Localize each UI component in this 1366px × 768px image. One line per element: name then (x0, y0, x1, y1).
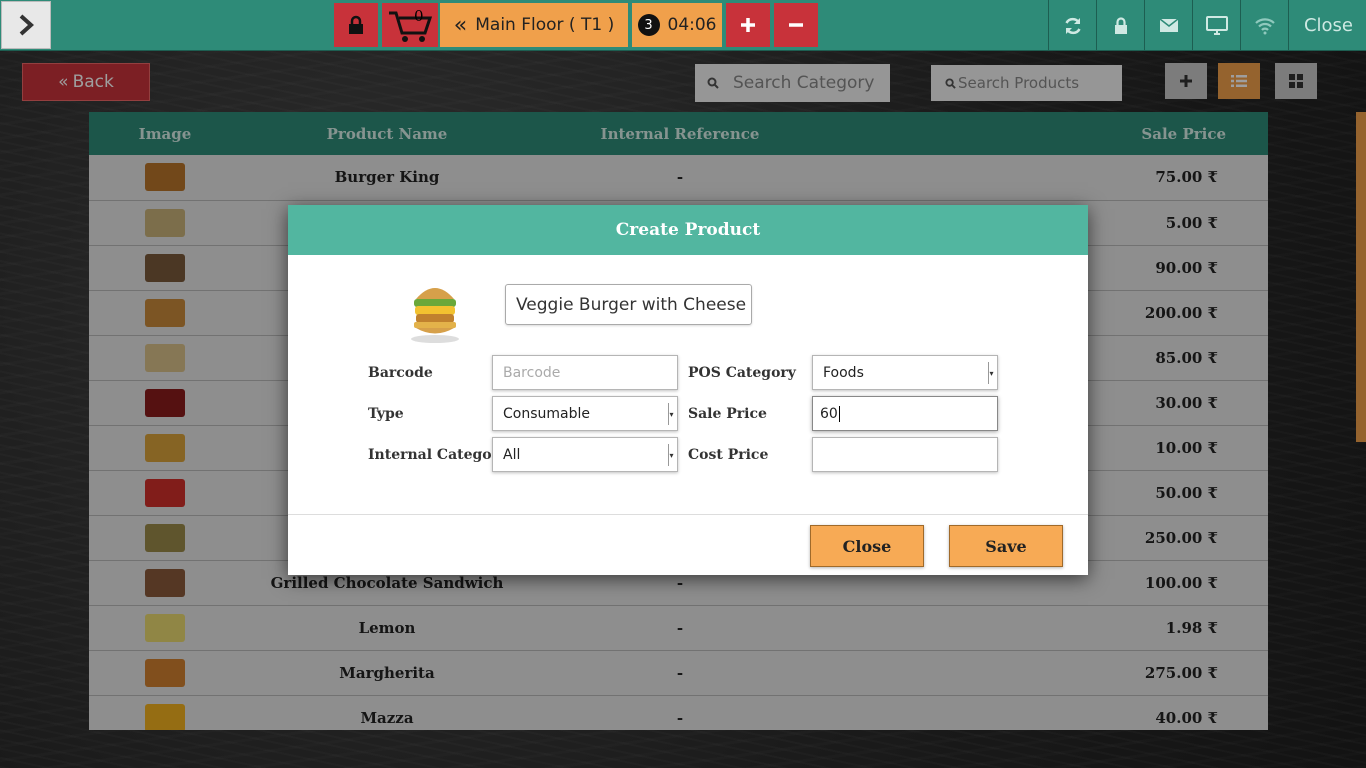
order-number-badge: 3 (637, 14, 660, 36)
order-timer-tab[interactable]: 3 04:06 (632, 3, 722, 47)
customer-display-button[interactable] (1192, 0, 1240, 51)
order-timer: 04:06 (667, 15, 717, 35)
close-button[interactable]: Close (810, 525, 924, 567)
cart-icon (389, 11, 433, 42)
close-session-button[interactable]: Close (1288, 0, 1366, 51)
sale-price-value: 60 (820, 405, 838, 422)
refresh-icon (1064, 17, 1081, 34)
lock-icon (1114, 16, 1127, 34)
floor-selector-button[interactable]: « Main Floor ( T1 ) (440, 3, 628, 47)
barcode-input[interactable]: Barcode (492, 355, 678, 390)
internal-category-label: Internal Category (368, 447, 508, 463)
lock-screen-button[interactable] (1096, 0, 1144, 51)
lock-order-button[interactable] (334, 3, 378, 47)
lock-icon (349, 15, 363, 34)
internal-category-value: All (503, 446, 521, 463)
wifi-status-button[interactable] (1240, 0, 1288, 51)
dialog-divider (288, 514, 1088, 515)
chevron-right-icon (19, 14, 34, 36)
floor-label: Main Floor ( T1 ) (475, 15, 615, 35)
topbar-right-icons: Close (1048, 0, 1366, 51)
product-image-upload[interactable] (406, 277, 464, 345)
minus-icon (789, 23, 803, 27)
sale-price-input[interactable]: 60 (812, 396, 998, 431)
create-product-dialog: Create Product Veggie Burger with Cheese… (288, 205, 1088, 575)
pos-category-value: Foods (823, 364, 864, 381)
add-order-button[interactable] (726, 3, 770, 47)
text-cursor (838, 405, 840, 422)
monitor-icon (1205, 15, 1228, 35)
dropdown-arrow-icon: ▾ (988, 362, 994, 384)
sidebar-toggle-button[interactable] (1, 1, 51, 49)
pos-category-select[interactable]: Foods ▾ (812, 355, 998, 390)
save-button[interactable]: Save (949, 525, 1063, 567)
double-chevron-left-icon: « (453, 12, 468, 38)
refresh-button[interactable] (1048, 0, 1096, 51)
dropdown-arrow-icon: ▾ (668, 444, 674, 466)
top-bar: 0 « Main Floor ( T1 ) 3 04:06 Close (0, 0, 1366, 51)
dialog-title: Create Product (288, 205, 1088, 255)
cost-price-label: Cost Price (688, 447, 769, 463)
sale-price-label: Sale Price (688, 406, 767, 422)
barcode-label: Barcode (368, 365, 433, 381)
cost-price-input[interactable] (812, 437, 998, 472)
type-label: Type (368, 406, 404, 422)
pos-category-label: POS Category (688, 365, 796, 381)
messages-button[interactable] (1144, 0, 1192, 51)
type-select[interactable]: Consumable ▾ (492, 396, 678, 431)
type-value: Consumable (503, 405, 590, 422)
envelope-icon (1159, 18, 1178, 32)
cart-button[interactable]: 0 (382, 3, 438, 47)
cart-count: 0 (414, 7, 424, 25)
remove-order-button[interactable] (774, 3, 818, 47)
wifi-icon (1254, 17, 1275, 34)
dropdown-arrow-icon: ▾ (668, 403, 674, 425)
plus-icon (741, 18, 755, 32)
product-name-input[interactable]: Veggie Burger with Cheese (505, 284, 752, 325)
internal-category-select[interactable]: All ▾ (492, 437, 678, 472)
